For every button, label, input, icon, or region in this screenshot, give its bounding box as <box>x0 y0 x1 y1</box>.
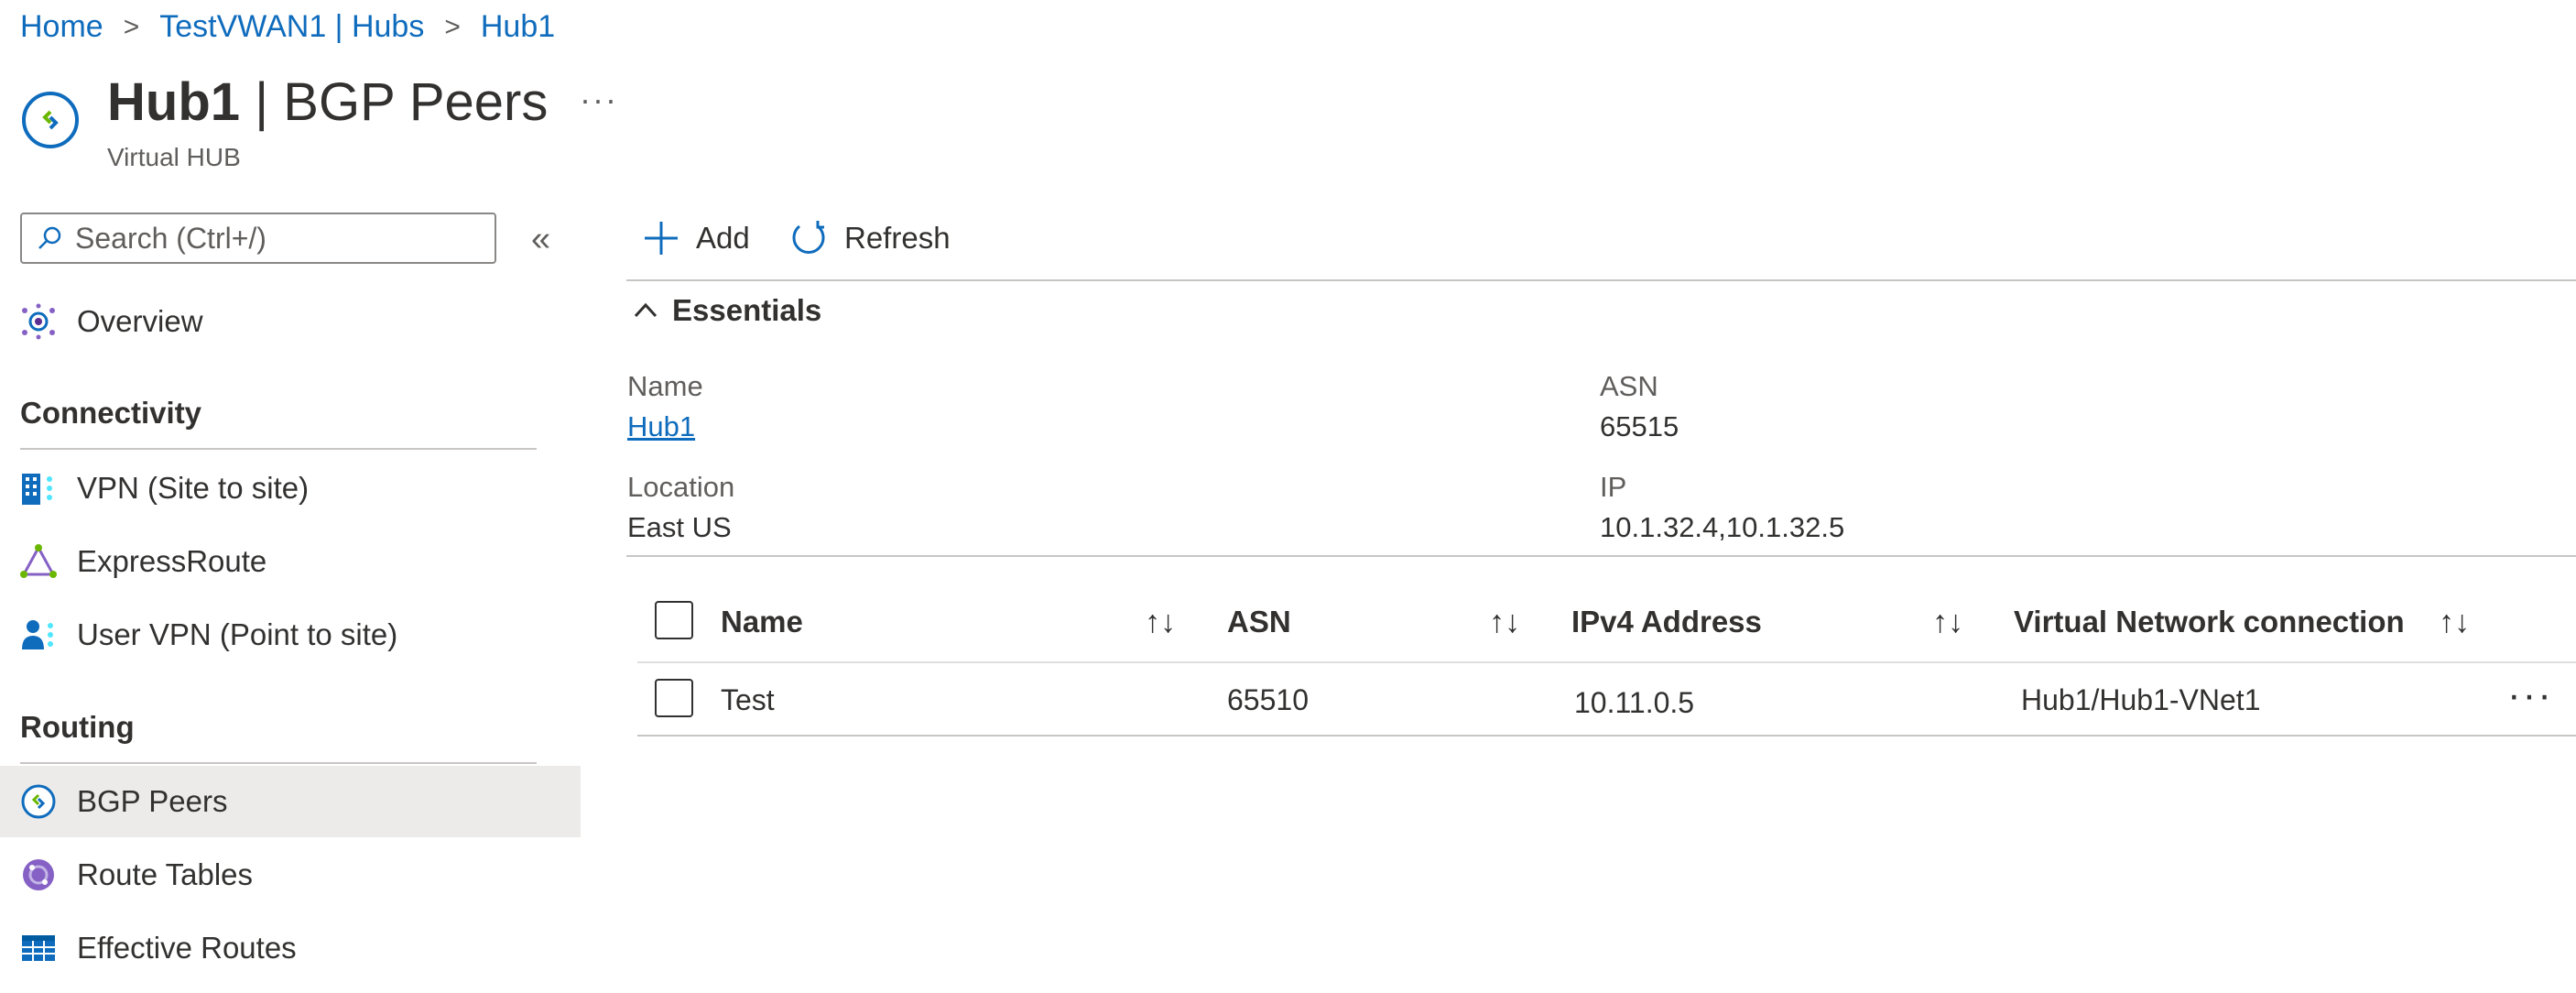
essentials-location-label: Location <box>627 471 735 503</box>
refresh-label: Refresh <box>844 221 951 255</box>
sidebar-item-label: VPN (Site to site) <box>77 471 310 505</box>
sort-icon[interactable]: ↑↓ <box>1489 605 1520 640</box>
user-vpn-icon <box>18 615 59 655</box>
chevron-up-icon <box>634 302 658 318</box>
sidebar-item-route-tables[interactable]: Route Tables <box>0 839 581 911</box>
plus-icon <box>645 222 678 255</box>
chevron-right-icon: > <box>123 11 140 42</box>
section-divider <box>20 448 537 450</box>
row-checkbox[interactable] <box>655 679 693 717</box>
essentials-location-value: East US <box>627 511 732 543</box>
essentials-ip-label: IP <box>1600 471 1627 503</box>
essentials-ip-value: 10.1.32.4,10.1.32.5 <box>1600 511 1845 543</box>
sort-icon[interactable]: ↑↓ <box>1145 605 1176 640</box>
toolbar-divider <box>626 279 2576 281</box>
essentials-asn-label: ASN <box>1600 370 1658 402</box>
collapse-sidebar-icon[interactable]: « <box>531 220 550 259</box>
breadcrumb: Home > TestVWAN1 | Hubs > Hub1 <box>20 9 555 45</box>
sidebar-item-label: Route Tables <box>77 857 254 891</box>
page-title: Hub1 | BGP Peers <box>107 71 548 133</box>
essentials-toggle[interactable]: Essentials <box>632 293 821 328</box>
section-title-routing: Routing <box>20 710 135 744</box>
sidebar-item-vpn-site-to-site[interactable]: VPN (Site to site) <box>0 453 581 524</box>
breadcrumb-hub1[interactable]: Hub1 <box>481 9 555 45</box>
essentials-name-link[interactable]: Hub1 <box>627 410 695 443</box>
refresh-button[interactable]: Refresh <box>789 213 951 264</box>
search-placeholder: Search (Ctrl+/) <box>75 221 266 255</box>
bgp-peers-icon <box>18 781 59 822</box>
row-more-icon[interactable]: ··· <box>2507 672 2553 718</box>
essentials-asn-value: 65515 <box>1600 410 1679 442</box>
add-label: Add <box>696 221 750 255</box>
effective-routes-icon <box>18 928 59 968</box>
column-header-name[interactable]: Name <box>721 605 803 639</box>
virtual-hub-icon <box>20 90 81 150</box>
breadcrumb-hubs[interactable]: TestVWAN1 | Hubs <box>159 9 424 45</box>
breadcrumb-home[interactable]: Home <box>20 9 103 45</box>
sidebar-item-bgp-peers[interactable]: BGP Peers <box>0 766 581 837</box>
essentials-divider <box>626 555 2576 557</box>
essentials-title: Essentials <box>672 293 822 327</box>
sidebar-item-label: User VPN (Point to site) <box>77 617 398 651</box>
page-subtitle: Virtual HUB <box>107 143 241 171</box>
column-header-ipv4[interactable]: IPv4 Address <box>1571 605 1762 639</box>
sort-icon[interactable]: ↑↓ <box>1932 605 1963 640</box>
sidebar-item-effective-routes[interactable]: Effective Routes <box>0 912 581 984</box>
sidebar-item-label: ExpressRoute <box>77 544 267 578</box>
select-all-checkbox[interactable] <box>655 601 693 639</box>
expressroute-icon <box>18 541 59 582</box>
overview-icon <box>18 301 59 342</box>
sort-icon[interactable]: ↑↓ <box>2439 605 2470 640</box>
cell-vnet-connection: Hub1/Hub1-VNet1 <box>2021 683 2261 716</box>
cell-name: Test <box>721 683 775 716</box>
cell-asn: 65510 <box>1227 683 1309 716</box>
refresh-icon <box>792 221 825 254</box>
column-header-vnet-connection[interactable]: Virtual Network connection <box>2014 605 2405 639</box>
essentials-name-label: Name <box>627 370 703 402</box>
page-title-blade: | BGP Peers <box>255 72 549 132</box>
route-tables-icon <box>18 855 59 895</box>
sidebar-item-label: Effective Routes <box>77 931 297 965</box>
section-divider <box>20 762 537 764</box>
search-icon <box>38 226 61 249</box>
add-button[interactable]: Add <box>643 213 750 264</box>
sidebar-item-expressroute[interactable]: ExpressRoute <box>0 526 581 597</box>
chevron-right-icon: > <box>444 11 461 42</box>
search-input[interactable]: Search (Ctrl+/) <box>20 213 496 264</box>
sidebar-item-label: BGP Peers <box>77 784 228 818</box>
page-title-resource: Hub1 <box>107 72 240 132</box>
sidebar-item-user-vpn[interactable]: User VPN (Point to site) <box>0 599 581 671</box>
column-header-asn[interactable]: ASN <box>1227 605 1291 639</box>
sidebar-item-label: Overview <box>77 304 203 338</box>
vpn-site-icon <box>18 468 59 508</box>
cell-ipv4: 10.11.0.5 <box>1574 686 1695 719</box>
section-title-connectivity: Connectivity <box>20 396 202 430</box>
more-options-icon[interactable]: ··· <box>580 81 618 119</box>
row-divider <box>637 735 2576 737</box>
sidebar-item-overview[interactable]: Overview <box>0 286 581 357</box>
